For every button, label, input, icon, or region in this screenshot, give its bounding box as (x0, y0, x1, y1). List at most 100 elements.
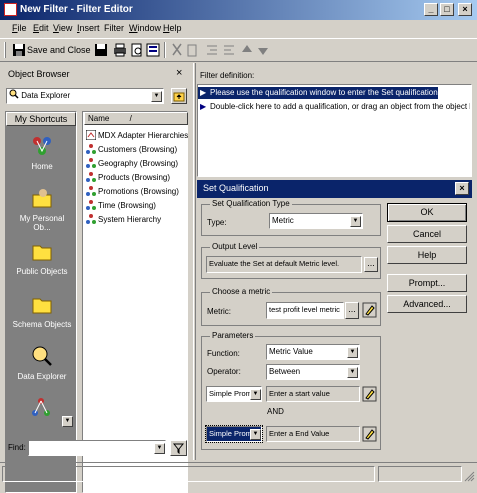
advanced-button[interactable]: Advanced... (387, 295, 467, 313)
magnifier-icon (9, 89, 19, 99)
indent-icon[interactable] (205, 43, 219, 57)
filter-definition-line-1[interactable]: Please use the qualification window to e… (198, 87, 438, 99)
object-browser-panel: Object Browser × Data Explorer ▼ My Shor… (0, 63, 192, 493)
move-up-icon[interactable] (240, 43, 254, 57)
operator-dropdown-arrow[interactable]: ▼ (347, 367, 358, 378)
mdx-icon (86, 130, 96, 140)
properties-icon[interactable] (146, 43, 160, 57)
my-shortcuts-button[interactable]: My Shortcuts (6, 112, 76, 126)
filter-definition-line-2[interactable]: Double-click here to add a qualification… (210, 101, 470, 113)
output-level-field: Evaluate the Set at default Metric level… (206, 256, 362, 273)
move-down-icon[interactable] (256, 43, 270, 57)
group-label: Parameters (210, 331, 256, 340)
list-item[interactable]: System Hierarchy (86, 214, 161, 224)
metric-browse-button[interactable]: ... (345, 302, 359, 319)
shortcut-label: Schema Objects (12, 320, 72, 329)
type-dropdown-arrow[interactable]: ▼ (350, 216, 361, 227)
status-pane-secondary (378, 466, 462, 482)
folder-icon (32, 298, 52, 314)
folder-up-icon (173, 92, 185, 102)
hierarchy-icon[interactable] (30, 397, 52, 419)
column-header-label: Name (88, 114, 110, 123)
print-icon[interactable] (113, 43, 127, 57)
group-label: Output Level (210, 242, 260, 251)
function-dropdown-arrow[interactable]: ▼ (347, 347, 358, 358)
filter-definition-title: Filter definition: (200, 71, 255, 80)
delete-icon[interactable] (185, 43, 199, 57)
folder-up-button[interactable] (171, 88, 187, 104)
group-label: Set Qualification Type (210, 199, 292, 208)
shortcuts-scroll-down[interactable]: ▼ (62, 416, 73, 427)
prompt-icon[interactable] (362, 426, 377, 442)
list-item[interactable]: Promotions (Browsing) (86, 186, 179, 196)
home-icon (33, 137, 51, 155)
shortcut-home[interactable]: Home (10, 135, 74, 171)
menu-view[interactable]: View (53, 23, 72, 33)
name-column-header[interactable]: Name / (84, 112, 188, 125)
shortcut-public-objects[interactable]: Public Objects (10, 240, 74, 276)
list-item[interactable]: Geography (Browsing) (86, 158, 178, 168)
save-and-close-button[interactable]: Save and Close (27, 45, 91, 55)
list-item[interactable]: Products (Browsing) (86, 172, 170, 182)
filter-button[interactable] (170, 440, 187, 456)
menu-edit[interactable]: Edit (33, 23, 49, 33)
menu-insert[interactable]: Insert (77, 23, 100, 33)
start-type-dropdown-arrow[interactable]: ▼ (250, 389, 261, 400)
save-icon[interactable] (94, 43, 108, 57)
list-item[interactable]: Time (Browsing) (86, 200, 156, 210)
close-button[interactable]: × (458, 3, 472, 16)
menu-window[interactable]: Window (129, 23, 161, 33)
ok-button[interactable]: OK (387, 203, 467, 222)
operator-select[interactable]: Between (266, 364, 360, 380)
menu-help[interactable]: Help (163, 23, 182, 33)
set-qualification-title-bar: Set Qualification (197, 180, 472, 198)
list-item[interactable]: Customers (Browsing) (86, 144, 177, 154)
type-select[interactable]: Metric (269, 213, 363, 229)
sort-indicator: / (129, 114, 132, 123)
list-item[interactable]: MDX Adapter Hierarchies (86, 130, 188, 140)
toolbar: Save and Close (0, 38, 477, 62)
start-value-field[interactable]: Enter a start value (266, 386, 360, 402)
location-select[interactable]: Data Explorer (6, 88, 164, 104)
floppy-disk-icon[interactable] (12, 43, 26, 57)
minimize-button[interactable]: _ (424, 3, 438, 16)
status-pane-main (2, 466, 375, 482)
object-list (82, 111, 188, 493)
panel-splitter[interactable] (193, 63, 196, 460)
location-dropdown-arrow[interactable]: ▼ (151, 91, 162, 102)
funnel-icon (172, 443, 185, 455)
print-preview-icon[interactable] (130, 43, 144, 57)
shortcut-label: Home (31, 162, 53, 171)
prompt-button[interactable]: Prompt... (387, 274, 467, 292)
menu-file[interactable]: File (12, 23, 27, 33)
arrow-icon: ▶ (200, 88, 207, 97)
metric-field[interactable]: test profit level metric (266, 302, 344, 319)
function-select[interactable]: Metric Value (266, 344, 360, 360)
prompt-icon[interactable] (362, 386, 377, 402)
menu-bar: File Edit View Insert Filter Window Help (0, 20, 477, 38)
find-dropdown-arrow[interactable]: ▼ (154, 443, 165, 454)
prompt-icon[interactable] (362, 302, 377, 318)
end-type-dropdown-arrow[interactable]: ▼ (250, 429, 261, 440)
menu-filter[interactable]: Filter (104, 23, 124, 33)
status-bar (0, 462, 477, 484)
outdent-icon[interactable] (222, 43, 236, 57)
help-button[interactable]: Help (387, 246, 467, 264)
shortcut-label: Public Objects (16, 267, 68, 276)
app-icon (4, 3, 17, 16)
hierarchy-icon (86, 214, 96, 224)
maximize-button[interactable]: □ (440, 3, 454, 16)
end-value-field[interactable]: Enter a End Value (266, 426, 360, 442)
shortcut-data-explorer[interactable]: Data Explorer (10, 345, 74, 381)
find-input[interactable] (28, 440, 166, 456)
resize-grip-icon[interactable] (464, 471, 475, 482)
cancel-button[interactable]: Cancel (387, 225, 467, 243)
set-qualification-close-button[interactable]: × (455, 182, 469, 195)
shortcut-schema-objects[interactable]: Schema Objects (10, 293, 74, 329)
object-browser-close-icon[interactable]: × (176, 67, 182, 79)
shortcut-my-personal-objects[interactable]: My Personal Ob... (10, 187, 74, 232)
cut-icon[interactable] (170, 43, 184, 57)
object-browser-title: Object Browser (8, 69, 70, 79)
operator-label: Operator: (207, 367, 241, 376)
output-level-browse-button[interactable]: ... (364, 257, 378, 272)
